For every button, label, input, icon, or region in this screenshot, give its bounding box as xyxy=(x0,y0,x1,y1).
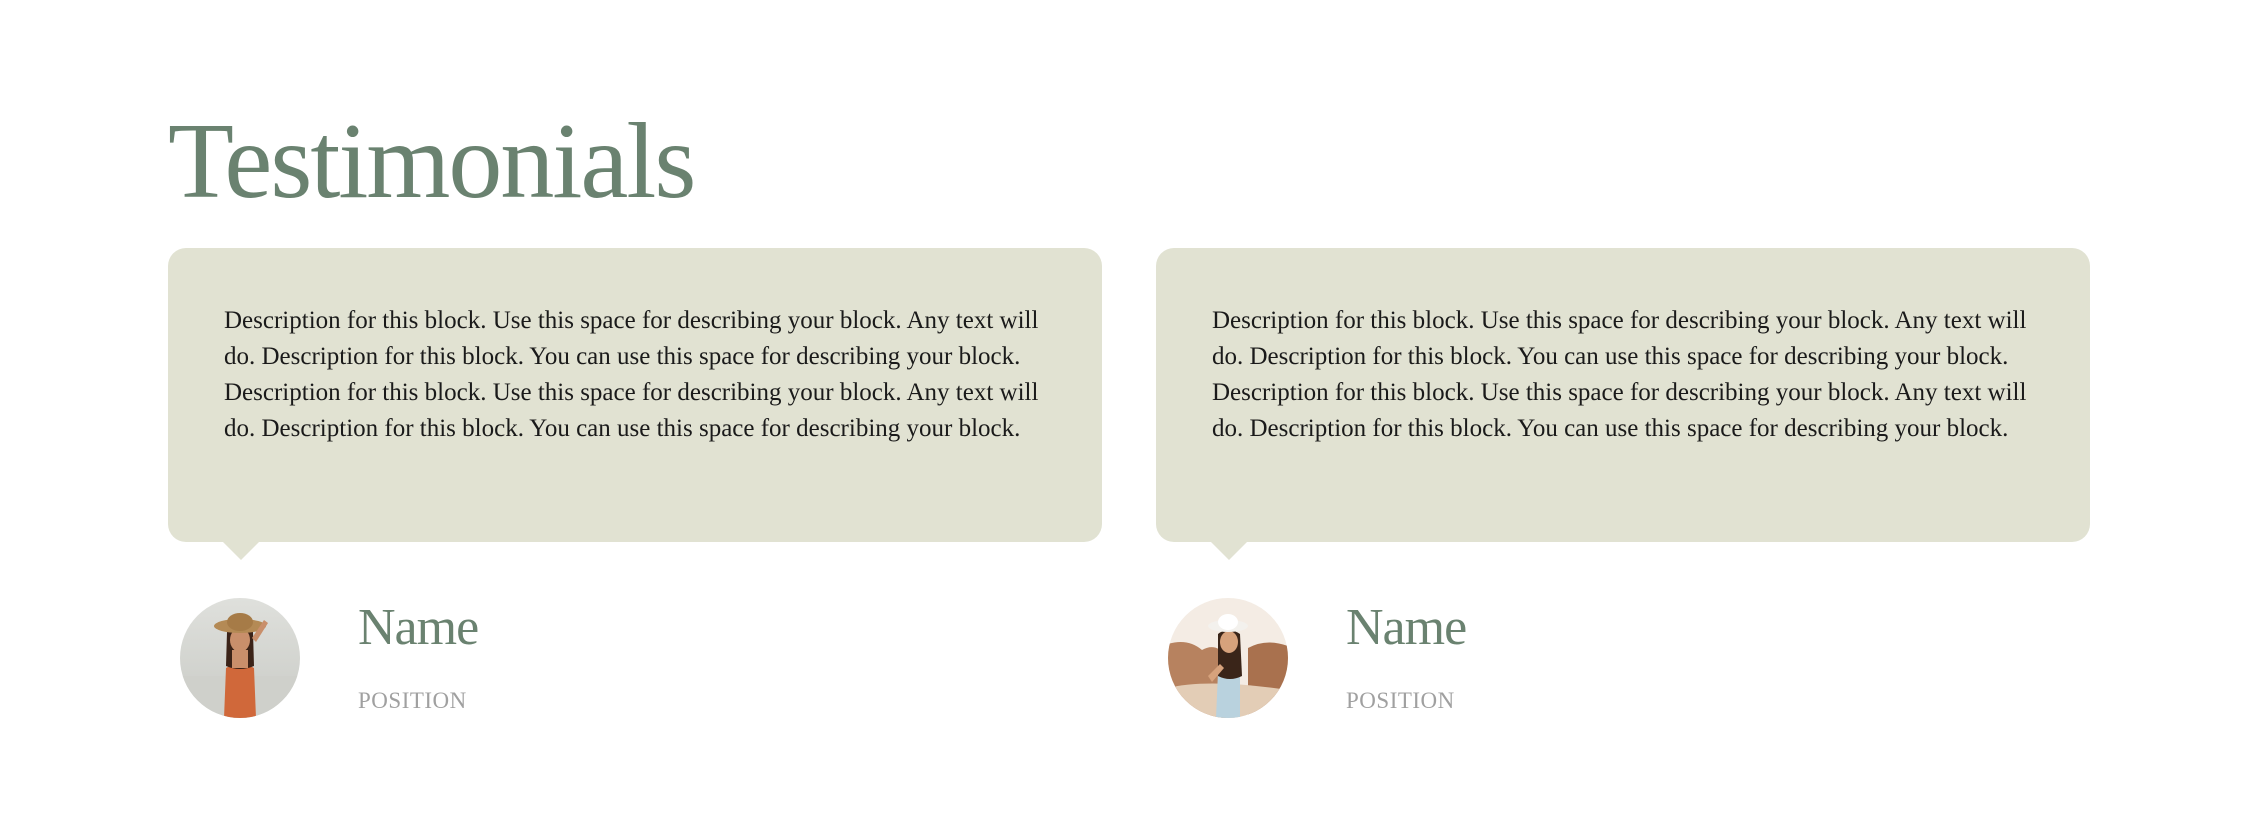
author-name: Name xyxy=(358,599,479,656)
testimonial-card: Description for this block. Use this spa… xyxy=(1156,248,2090,728)
author-name: Name xyxy=(1346,599,1467,656)
author-position: POSITION xyxy=(358,688,467,713)
testimonial-bubble: Description for this block. Use this spa… xyxy=(168,248,1102,560)
page-title: Testimonials xyxy=(168,102,696,221)
testimonial-card: Description for this block. Use this spa… xyxy=(168,248,1102,728)
woman-straw-hat-avatar-icon xyxy=(180,598,300,718)
testimonial-bubble: Description for this block. Use this spa… xyxy=(1156,248,2090,560)
testimonial-author: Name POSITION xyxy=(168,598,1102,728)
woman-white-hat-avatar-icon xyxy=(1168,598,1288,718)
avatar xyxy=(1168,598,1288,718)
author-position: POSITION xyxy=(1346,688,1455,713)
testimonial-text: Description for this block. Use this spa… xyxy=(1212,307,2027,442)
testimonial-text: Description for this block. Use this spa… xyxy=(224,307,1039,442)
avatar xyxy=(180,598,300,718)
testimonial-author: Name POSITION xyxy=(1156,598,2090,728)
